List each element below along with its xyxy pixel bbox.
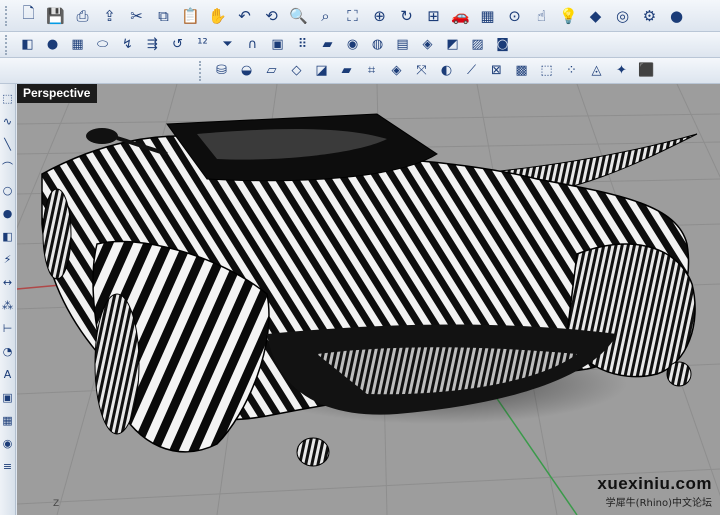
- secondary-toolbar: ◧ ● ▦ ⬭ ↯ ⇶ ↺ ¹² ⏷ ∩ ▣ ⠿ ▰ ◉ ◍ ▤ ◈ ◩ ▨ ◙: [0, 32, 720, 58]
- print-icon[interactable]: ⎙: [70, 3, 95, 28]
- draft-angle-icon[interactable]: ▤: [391, 34, 414, 56]
- cut-icon[interactable]: ✂: [124, 3, 149, 28]
- sphere-icon[interactable]: ●: [1, 203, 15, 223]
- color-ball-icon[interactable]: ◉: [341, 34, 364, 56]
- watermark-forum: 学犀牛(Rhino)中文论坛: [605, 498, 712, 509]
- render-icon[interactable]: ◆: [583, 3, 608, 28]
- funnel-icon[interactable]: ⏷: [216, 34, 239, 56]
- zoom-extents-icon[interactable]: ⛶: [340, 3, 365, 28]
- explode-icon[interactable]: ✦: [610, 60, 633, 82]
- rotate-hand-icon[interactable]: ⟲: [259, 3, 284, 28]
- point-cloud-icon[interactable]: ⁘: [560, 60, 583, 82]
- render-icon[interactable]: ◉: [1, 433, 15, 453]
- cylinder-stack-icon[interactable]: ⛁: [210, 60, 233, 82]
- surface-icon[interactable]: ◧: [1, 226, 15, 246]
- main-toolbar: 🗋 💾 ⎙ ⇪ ✂ ⧉ 📋 ✋ ↶ ⟲ 🔍 ⌕ ⛶ ⊕ ↻ ⊞ 🚗 ▦ ⊙ ☝ 💡 ◆ ◎ ⚙ ●: [0, 0, 720, 32]
- toolbar-grip[interactable]: [199, 60, 205, 81]
- offset-icon[interactable]: ◈: [385, 60, 408, 82]
- extrude-icon[interactable]: ∩: [241, 34, 264, 56]
- curve-icon[interactable]: ∿: [1, 111, 15, 131]
- lightning-icon[interactable]: ⚡: [1, 249, 15, 269]
- surface-toolbar: ⛁ ◒ ▱ ◇ ◪ ▰ ⌗ ◈ ⤧ ◐ ⟋ ⊠ ▩ ⬚ ⁘ ◬ ✦ ⬛: [0, 58, 720, 84]
- refresh-view-icon[interactable]: ↻: [394, 3, 419, 28]
- color-wheel-icon[interactable]: ◎: [610, 3, 635, 28]
- car-icon[interactable]: 🚗: [448, 3, 473, 28]
- environment-map-icon[interactable]: ◍: [366, 34, 389, 56]
- line-icon[interactable]: ╲: [1, 134, 15, 154]
- network-icon[interactable]: ⌗: [360, 60, 383, 82]
- left-sidebar: ⬚ ∿ ╲ ⌒ ○ ● ◧ ⚡ ↔ ⁂ ⊢ ◔ A ▣ ▦ ◉ ≡: [0, 84, 16, 515]
- options-icon[interactable]: ⚙: [637, 3, 662, 28]
- toolbar-grip[interactable]: [5, 5, 11, 26]
- sphere-icon[interactable]: ●: [41, 34, 64, 56]
- undo-icon[interactable]: ↶: [232, 3, 257, 28]
- shaded-icon[interactable]: ◙: [491, 34, 514, 56]
- four-viewports-icon[interactable]: ⊞: [421, 3, 446, 28]
- dimension-icon[interactable]: ⊢: [1, 318, 15, 338]
- point-icon[interactable]: ⊙: [502, 3, 527, 28]
- cap-icon[interactable]: ◒: [235, 60, 258, 82]
- curvature-icon[interactable]: ◈: [416, 34, 439, 56]
- mesh-icon[interactable]: ▦: [1, 410, 15, 430]
- join-icon[interactable]: ⊠: [485, 60, 508, 82]
- toolbar-grip[interactable]: [5, 34, 11, 55]
- paste-icon[interactable]: 📋: [178, 3, 203, 28]
- numbers-icon[interactable]: ¹²: [191, 34, 214, 56]
- flat-surface-icon[interactable]: ◇: [285, 60, 308, 82]
- solid-box-icon[interactable]: ⬛: [635, 60, 658, 82]
- zoom-selected-icon[interactable]: ⊕: [367, 3, 392, 28]
- cylinder-icon[interactable]: ⬭: [91, 34, 114, 56]
- block-icon[interactable]: ▣: [1, 387, 15, 407]
- layer-icon[interactable]: ≡: [1, 456, 15, 476]
- import-icon[interactable]: ⇪: [97, 3, 122, 28]
- transform-icon[interactable]: ↔: [1, 272, 15, 292]
- mesh-icon[interactable]: ▨: [466, 34, 489, 56]
- plane-icon[interactable]: ▱: [260, 60, 283, 82]
- pan-hand-icon[interactable]: ✋: [205, 3, 230, 28]
- array-icon[interactable]: ⁂: [1, 295, 15, 315]
- surface-icon[interactable]: ◧: [16, 34, 39, 56]
- cube-icon[interactable]: ◪: [310, 60, 333, 82]
- loft-icon[interactable]: ⇶: [141, 34, 164, 56]
- text-icon[interactable]: A: [1, 364, 15, 384]
- blend-icon[interactable]: ↺: [166, 34, 189, 56]
- grid-icon[interactable]: ▦: [475, 3, 500, 28]
- analysis-icon[interactable]: ◔: [1, 341, 15, 361]
- edge-icon[interactable]: ◩: [441, 34, 464, 56]
- circle-icon[interactable]: ○: [1, 180, 15, 200]
- new-icon[interactable]: 🗋: [16, 3, 41, 28]
- viewport-canvas[interactable]: [17, 84, 720, 515]
- copy-icon[interactable]: ⧉: [151, 3, 176, 28]
- patch-icon[interactable]: ▰: [335, 60, 358, 82]
- select-point-icon[interactable]: ⬚: [1, 88, 15, 108]
- watermark: xuexiniu.com 学犀牛(Rhino)中文论坛: [597, 474, 712, 509]
- zebra-icon[interactable]: ▰: [316, 34, 339, 56]
- sweep-icon[interactable]: ↯: [116, 34, 139, 56]
- select-icon[interactable]: ☝: [529, 3, 554, 28]
- grid-plane-icon[interactable]: ▦: [66, 34, 89, 56]
- merge-icon[interactable]: ▩: [510, 60, 533, 82]
- trim-icon[interactable]: ◐: [435, 60, 458, 82]
- watermark-site: xuexiniu.com: [597, 474, 712, 493]
- viewport-title[interactable]: Perspective: [17, 84, 98, 103]
- split-icon[interactable]: ⟋: [460, 60, 483, 82]
- unroll-icon[interactable]: ◬: [585, 60, 608, 82]
- dots-grid-icon[interactable]: ⠿: [291, 34, 314, 56]
- car-model: [41, 113, 698, 467]
- zoom-icon[interactable]: 🔍: [286, 3, 311, 28]
- perspective-viewport[interactable]: Perspective Z xuexiniu.com 学犀牛(Rhino)中文论…: [17, 84, 720, 515]
- light-bulb-icon[interactable]: 💡: [556, 3, 581, 28]
- extract-icon[interactable]: ⬚: [535, 60, 558, 82]
- box-icon[interactable]: ▣: [266, 34, 289, 56]
- arc-icon[interactable]: ⌒: [1, 157, 15, 177]
- zoom-window-icon[interactable]: ⌕: [313, 3, 338, 28]
- rebuild-icon[interactable]: ⤧: [410, 60, 433, 82]
- z-axis-label: Z: [53, 499, 60, 509]
- save-icon[interactable]: 💾: [43, 3, 68, 28]
- sphere-render-icon[interactable]: ●: [664, 3, 689, 28]
